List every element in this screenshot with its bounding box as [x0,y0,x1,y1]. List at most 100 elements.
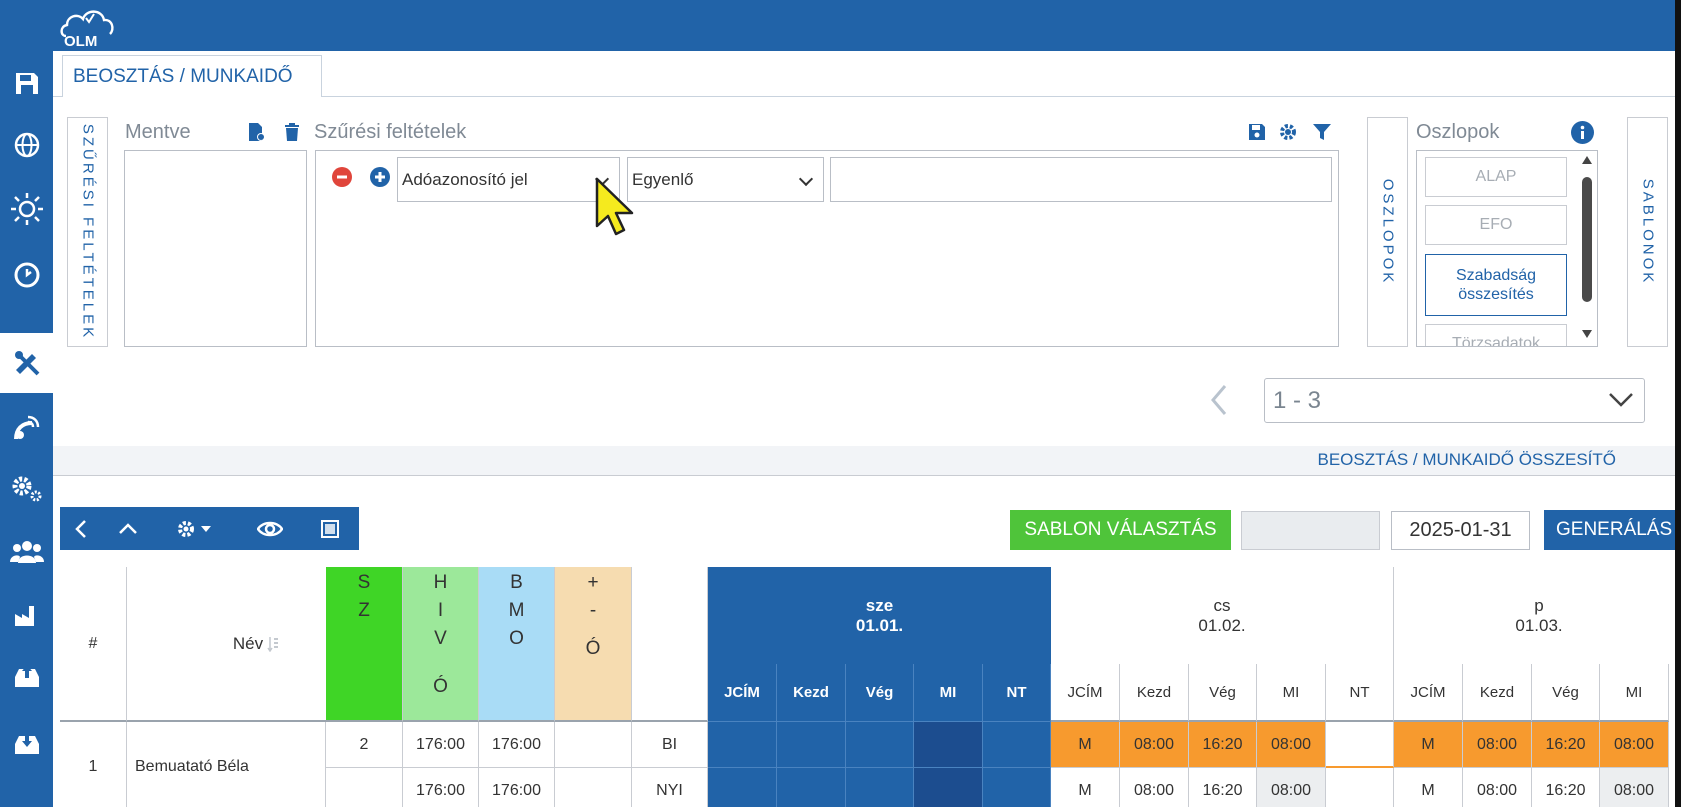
conditions-label: Szűrési feltételek [314,121,467,143]
columns-title: Oszlopok [1416,121,1500,143]
col-header-number: # [60,567,127,722]
scroll-down-icon[interactable] [1581,329,1593,339]
scroll-up-icon[interactable] [1581,155,1593,165]
sidebar [0,51,53,807]
day3-kezd[interactable]: 08:00 [1463,768,1532,807]
sidebar-item-sun[interactable] [0,179,53,239]
sidebar-item-factory[interactable] [0,585,53,645]
add-condition-icon[interactable] [370,167,390,187]
toolbar-back-button[interactable] [66,507,96,550]
column-preset-torzsadatok[interactable]: Törzsadatok [1425,324,1567,346]
date-input[interactable]: 2025-01-31 [1391,511,1530,550]
day3-mi[interactable]: 08:00 [1600,768,1669,807]
day3-jcim[interactable]: M [1394,768,1463,807]
toolbar-view-button[interactable] [250,507,290,550]
day3-mi[interactable]: 08:00 [1600,722,1669,768]
cell-sz: 2 [326,722,403,768]
day1-cell[interactable] [708,722,777,768]
trash-icon[interactable] [282,122,302,142]
sidebar-item-save[interactable] [0,53,53,113]
subheader-veg: Vég [1189,664,1257,722]
page-select[interactable]: 1 - 3 [1264,378,1645,423]
day1-cell[interactable] [914,722,983,768]
prev-page-icon[interactable] [1209,384,1229,416]
day1-cell[interactable] [777,722,846,768]
sidebar-item-tools[interactable] [0,333,53,393]
save-filter-icon[interactable] [1247,122,1267,142]
tab-beosztas[interactable]: BEOSZTÁS / MUNKAIDŐ [62,55,322,97]
info-icon[interactable] [1571,121,1594,144]
template-select-button[interactable]: SABLON VÁLASZTÁS [1010,510,1231,550]
row-number: 1 [60,722,127,807]
day1-cell[interactable] [983,722,1051,768]
top-bar [0,0,1681,51]
day1-cell[interactable] [708,768,777,807]
column-preset-efo[interactable]: EFO [1425,205,1567,245]
svg-text:OLM: OLM [64,33,97,48]
cell-bmo: 176:00 [479,768,555,807]
cell-hivo: 176:00 [403,722,479,768]
columns-scrollbar[interactable] [1577,151,1597,346]
day3-veg[interactable]: 16:20 [1532,768,1600,807]
subheader-nt: NT [983,664,1051,722]
filter-icon[interactable] [1312,122,1332,142]
day2-veg[interactable]: 16:20 [1189,722,1257,768]
day1-cell[interactable] [846,722,914,768]
day1-cell[interactable] [983,768,1051,807]
generate-button[interactable]: GENERÁLÁS [1544,510,1675,550]
toolbar-select-button[interactable] [310,507,350,550]
tab-label: BEOSZTÁS / MUNKAIDŐ [73,65,293,87]
col-header-hivo: HIVÓ [403,567,479,722]
day2-veg[interactable]: 16:20 [1189,768,1257,807]
new-file-icon[interactable] [246,122,266,142]
row-name[interactable]: Bemuatató Béla [127,722,326,807]
column-preset-szabadsag[interactable]: Szabadság összesítés [1425,254,1567,316]
day1-cell[interactable] [777,768,846,807]
olm-logo[interactable]: OLM [58,4,120,50]
remove-condition-icon[interactable] [332,167,352,187]
day2-nt[interactable] [1326,722,1394,768]
day2-kezd[interactable]: 08:00 [1120,722,1189,768]
sidebar-item-globe[interactable] [0,115,53,175]
columns-panel-toggle[interactable]: OSZLOPOK [1367,117,1408,347]
filter-operator-select[interactable]: Egyenlő [627,157,824,202]
day3-kezd[interactable]: 08:00 [1463,722,1532,768]
section-title: BEOSZTÁS / MUNKAIDŐ ÖSSZESÍTŐ [1317,450,1617,469]
day3-jcim[interactable]: M [1394,722,1463,768]
toolbar-settings-dropdown[interactable] [170,507,220,550]
scroll-thumb[interactable] [1582,177,1592,302]
filter-field-select[interactable]: Adóazonosító jel [397,157,620,202]
save-icon [15,73,38,94]
column-preset-clip: Törzsadatok [1416,324,1576,346]
column-preset-alap[interactable]: ALAP [1425,157,1567,197]
day2-mi[interactable]: 08:00 [1257,768,1326,807]
factory-icon [14,606,34,626]
day3-veg[interactable]: 16:20 [1532,722,1600,768]
cell-type: NYI [632,768,708,807]
day2-mi[interactable]: 08:00 [1257,722,1326,768]
filter-vertical-label: SZŰRÉSI FELTÉTELEK [79,123,96,341]
sidebar-item-download[interactable] [0,713,53,773]
subheader-veg: Vég [846,664,914,722]
day1-cell[interactable] [914,768,983,807]
toolbar-collapse-button[interactable] [113,507,143,550]
day2-jcim[interactable]: M [1051,722,1120,768]
saved-filters-list[interactable] [124,150,307,347]
filter-value-input[interactable] [830,157,1332,202]
cell-bmo: 176:00 [479,722,555,768]
sidebar-item-users[interactable] [0,521,53,581]
day2-nt[interactable] [1326,768,1394,807]
filter-panel-toggle[interactable]: SZŰRÉSI FELTÉTELEK [67,117,108,347]
sidebar-item-clock[interactable] [0,245,53,305]
day2-kezd[interactable]: 08:00 [1120,768,1189,807]
clock-icon [14,262,39,288]
sidebar-item-settings[interactable] [0,459,53,519]
gear-icon[interactable] [1278,122,1298,142]
sidebar-item-satellite[interactable] [0,398,53,458]
templates-panel-toggle[interactable]: SABLONOK [1627,117,1668,347]
day2-jcim[interactable]: M [1051,768,1120,807]
day1-cell[interactable] [846,768,914,807]
chevron-up-icon [119,522,137,534]
template-input[interactable] [1241,511,1380,550]
sidebar-item-upload[interactable] [0,646,53,706]
